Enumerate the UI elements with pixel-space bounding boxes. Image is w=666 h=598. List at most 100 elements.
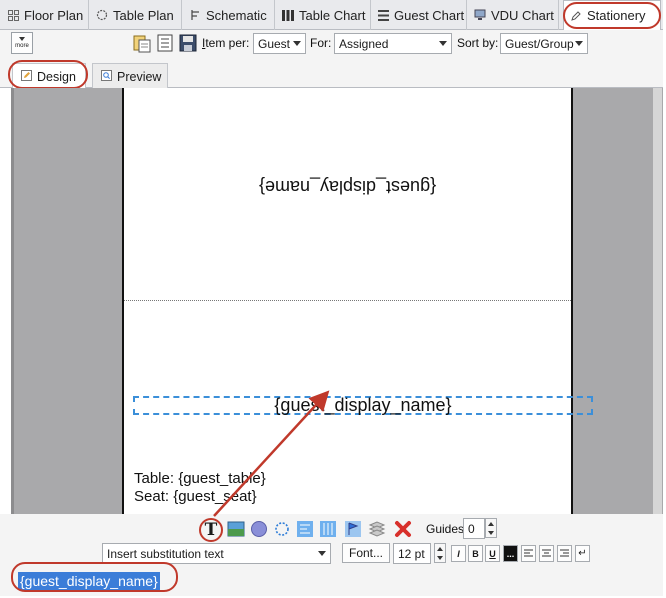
tab-label: Table Chart: [299, 7, 366, 23]
tab-design[interactable]: Design: [12, 63, 86, 89]
underline-button[interactable]: U: [485, 545, 500, 562]
main-tab-strip: Floor Plan Table Plan Schematic Table Ch…: [0, 0, 663, 31]
paste-format-icon[interactable]: [132, 33, 152, 53]
tab-floor-plan[interactable]: Floor Plan: [2, 0, 89, 30]
distribute-button[interactable]: [318, 519, 338, 539]
align-icon: [297, 521, 313, 537]
font-size-value: 12 pt: [398, 546, 425, 561]
tab-label: Floor Plan: [24, 7, 84, 23]
chevron-down-icon: [575, 41, 583, 46]
selected-text-field[interactable]: {guest_display_name}: [133, 395, 593, 415]
tab-table-plan[interactable]: Table Plan: [90, 0, 182, 30]
image-icon: [227, 521, 245, 537]
insert-image-button[interactable]: [226, 519, 246, 539]
schematic-icon: [189, 9, 201, 21]
font-button[interactable]: Font...: [342, 543, 391, 563]
text-format-row: Insert substitution text Font... 12 pt I…: [0, 542, 663, 566]
chevron-down-icon: [318, 551, 326, 556]
tab-preview[interactable]: Preview: [92, 63, 168, 89]
substitution-select[interactable]: Insert substitution text: [102, 543, 331, 564]
insert-text-button[interactable]: T: [199, 518, 223, 542]
spin-down-icon: [437, 555, 443, 560]
text-t-icon: T: [204, 519, 218, 540]
for-select[interactable]: Assigned: [334, 33, 452, 54]
grid-icon: [8, 9, 19, 21]
design-tool-row: T Guides: 0: [0, 514, 663, 542]
align-left-text-button[interactable]: [521, 545, 536, 562]
tab-label: VDU Chart: [491, 7, 554, 23]
italic-icon: I: [457, 548, 460, 559]
item-per-label: Item per:: [202, 36, 250, 50]
font-size-input[interactable]: 12 pt: [393, 543, 431, 564]
substitution-placeholder: Insert substitution text: [107, 546, 224, 561]
distribute-icon: [320, 521, 336, 537]
align-center-text-button[interactable]: [539, 545, 554, 562]
app-window: Floor Plan Table Plan Schematic Table Ch…: [0, 0, 663, 596]
bold-icon: B: [472, 548, 479, 559]
guest-chart-icon: [378, 9, 389, 21]
card-seat-line[interactable]: Seat: {guest_seat}: [134, 488, 257, 505]
insert-round-table-button[interactable]: [272, 519, 292, 539]
line-break-button[interactable]: ↵: [575, 545, 590, 562]
tab-stationery[interactable]: Stationery: [563, 0, 661, 31]
text-color-button[interactable]: ...: [503, 545, 518, 562]
layers-icon: [368, 521, 386, 537]
view-tab-strip: Design Preview: [0, 58, 663, 89]
tab-label: Guest Chart: [394, 7, 465, 23]
tab-table-chart[interactable]: Table Chart: [276, 0, 371, 30]
preview-icon: [101, 69, 112, 84]
page-layout-icon[interactable]: [155, 33, 175, 53]
tab-guest-chart[interactable]: Guest Chart: [372, 0, 467, 30]
delete-x-icon: [395, 521, 411, 537]
ring-icon: [96, 9, 108, 21]
save-icon[interactable]: [178, 33, 198, 53]
card-fold-line: [124, 300, 571, 301]
for-value: Assigned: [339, 36, 389, 51]
chevron-down-icon: [439, 41, 447, 46]
font-size-spinner[interactable]: [434, 543, 446, 563]
italic-button[interactable]: I: [451, 545, 466, 562]
align-right-text-button[interactable]: [557, 545, 572, 562]
dropdown-triangle-icon: [19, 37, 25, 41]
bold-button[interactable]: B: [468, 545, 483, 562]
vertical-scrollbar[interactable]: [653, 88, 662, 514]
substitution-text-value: {guest_display_name}: [18, 572, 160, 590]
circle-icon: [251, 521, 267, 537]
tab-vdu-chart[interactable]: VDU Chart: [468, 0, 559, 30]
flag-icon: [345, 521, 361, 537]
align-right-icon: [560, 549, 569, 557]
guides-input[interactable]: 0: [463, 518, 485, 539]
place-card: {guest_display_name} {guest_display_name…: [122, 88, 593, 514]
stationery-toolbar: more Item per: Guest For: Assigned Sort …: [0, 30, 663, 58]
tab-schematic[interactable]: Schematic: [183, 0, 275, 30]
card-top-text-flipped[interactable]: {guest_display_name}: [124, 176, 571, 197]
more-button[interactable]: more: [11, 32, 33, 54]
guides-value: 0: [468, 521, 475, 536]
pencil-icon: [21, 69, 32, 84]
insert-ellipse-button[interactable]: [249, 519, 269, 539]
sort-by-value: Guest/Group: [505, 36, 574, 51]
guides-label: Guides:: [426, 522, 468, 536]
canvas-edge: [11, 88, 14, 514]
item-per-select[interactable]: Guest: [253, 33, 306, 54]
for-label: For:: [310, 36, 332, 50]
monitor-icon: [474, 9, 486, 21]
return-icon: ↵: [578, 548, 587, 559]
tab-label: Schematic: [206, 7, 267, 23]
tab-preview-label: Preview: [117, 69, 162, 84]
layers-button[interactable]: [367, 519, 387, 539]
align-center-icon: [542, 549, 551, 557]
flag-button[interactable]: [343, 519, 363, 539]
sort-by-label: Sort by:: [457, 36, 499, 50]
tab-design-label: Design: [37, 69, 76, 84]
delete-button[interactable]: [393, 519, 413, 539]
more-label: more: [15, 43, 29, 49]
sort-by-select[interactable]: Guest/Group: [500, 33, 588, 54]
item-per-value: Guest: [258, 36, 291, 51]
underline-icon: U: [489, 548, 496, 559]
card-table-line[interactable]: Table: {guest_table}: [134, 470, 266, 487]
spin-up-icon: [488, 521, 494, 526]
substitution-text-field[interactable]: {guest_display_name}: [16, 570, 162, 592]
align-left-button[interactable]: [295, 519, 315, 539]
guides-spinner[interactable]: [485, 518, 497, 538]
